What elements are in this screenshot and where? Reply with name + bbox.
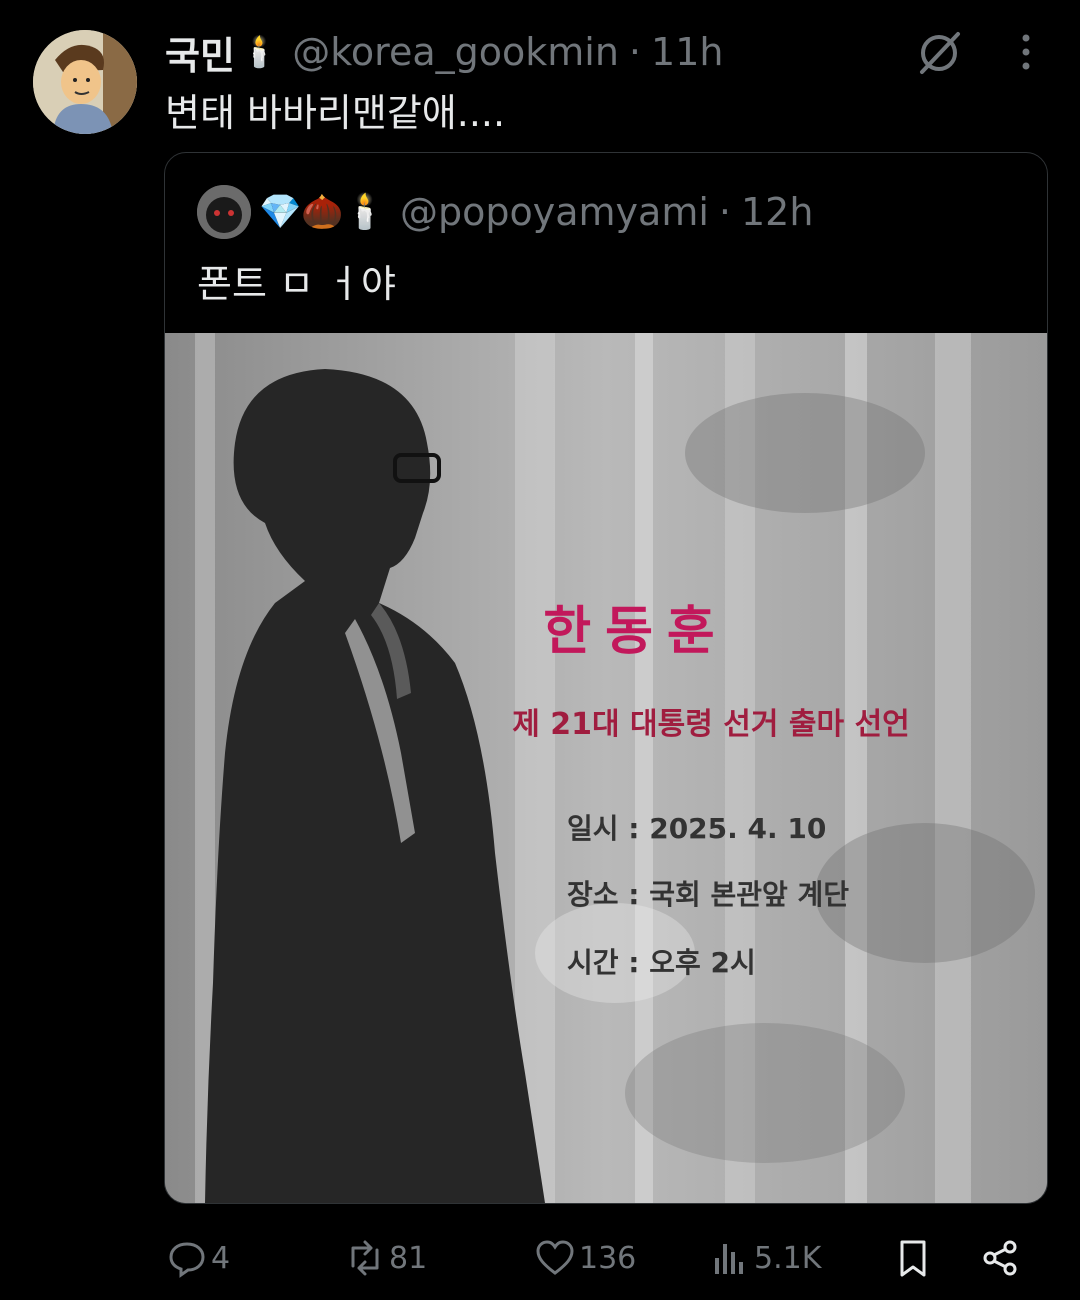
views-button[interactable]: 5.1K (710, 1228, 821, 1288)
quoted-separator-dot: · (718, 190, 731, 234)
author-display-name[interactable]: 국민 (165, 25, 235, 80)
bookmark-icon (900, 1240, 926, 1277)
poster-name: 한동훈 (543, 602, 729, 662)
tweet-timestamp[interactable]: 11h (651, 30, 723, 74)
retweet-count: 81 (389, 1240, 428, 1276)
poster-venue: 장소 : 국회 본관앞 계단 (567, 878, 850, 911)
author-handle[interactable]: @korea_gookmin (292, 30, 619, 74)
share-icon (983, 1240, 1017, 1276)
quoted-author-handle[interactable]: @popoyamyami (400, 190, 709, 234)
poster-subtitle: 제 21대 대통령 선거 출마 선언 (512, 707, 910, 742)
poster-background (165, 333, 1047, 1203)
candle-emoji-icon: 🕯️ (240, 34, 279, 70)
reply-count: 4 (211, 1240, 231, 1276)
grok-icon[interactable] (914, 28, 964, 78)
views-count: 5.1K (754, 1240, 822, 1276)
quoted-badges-emoji-icon: 💎🌰🕯️ (259, 192, 387, 232)
quoted-tweet-header: 💎🌰🕯️ @popoyamyami · 12h (197, 181, 813, 243)
bookmark-button[interactable] (893, 1228, 937, 1288)
poster-date: 일시 : 2025. 4. 10 (567, 812, 827, 845)
reply-button[interactable]: 4 (167, 1228, 230, 1288)
reply-icon (169, 1242, 205, 1278)
heart-icon (536, 1240, 574, 1275)
like-count: 136 (579, 1240, 637, 1276)
tweet-text: 변태 바바리맨같애.... (165, 91, 506, 135)
like-button[interactable]: 136 (535, 1228, 636, 1288)
views-chart-icon (715, 1244, 743, 1274)
quoted-tweet-text: 폰트 ㅁ ㅓ야 (197, 262, 396, 306)
quoted-timestamp[interactable]: 12h (741, 190, 813, 234)
poster-time: 시간 : 오후 2시 (567, 946, 756, 979)
quoted-author-avatar[interactable] (197, 185, 251, 239)
tweet-actions-bar: 4 81 136 5.1K (165, 1228, 1040, 1288)
retweet-icon (351, 1240, 379, 1276)
separator-dot: · (628, 30, 642, 74)
more-icon[interactable] (1008, 30, 1044, 74)
share-button[interactable] (980, 1228, 1024, 1288)
tweet-header: 국민 🕯️ @korea_gookmin · 11h (165, 24, 723, 80)
quoted-tweet-image[interactable]: 한동훈 제 21대 대통령 선거 출마 선언 일시 : 2025. 4. 10 … (165, 333, 1047, 1203)
quoted-tweet[interactable]: 💎🌰🕯️ @popoyamyami · 12h 폰트 ㅁ ㅓ야 한동훈 제 21… (164, 152, 1048, 1204)
author-avatar[interactable] (33, 30, 137, 134)
retweet-button[interactable]: 81 (345, 1228, 427, 1288)
